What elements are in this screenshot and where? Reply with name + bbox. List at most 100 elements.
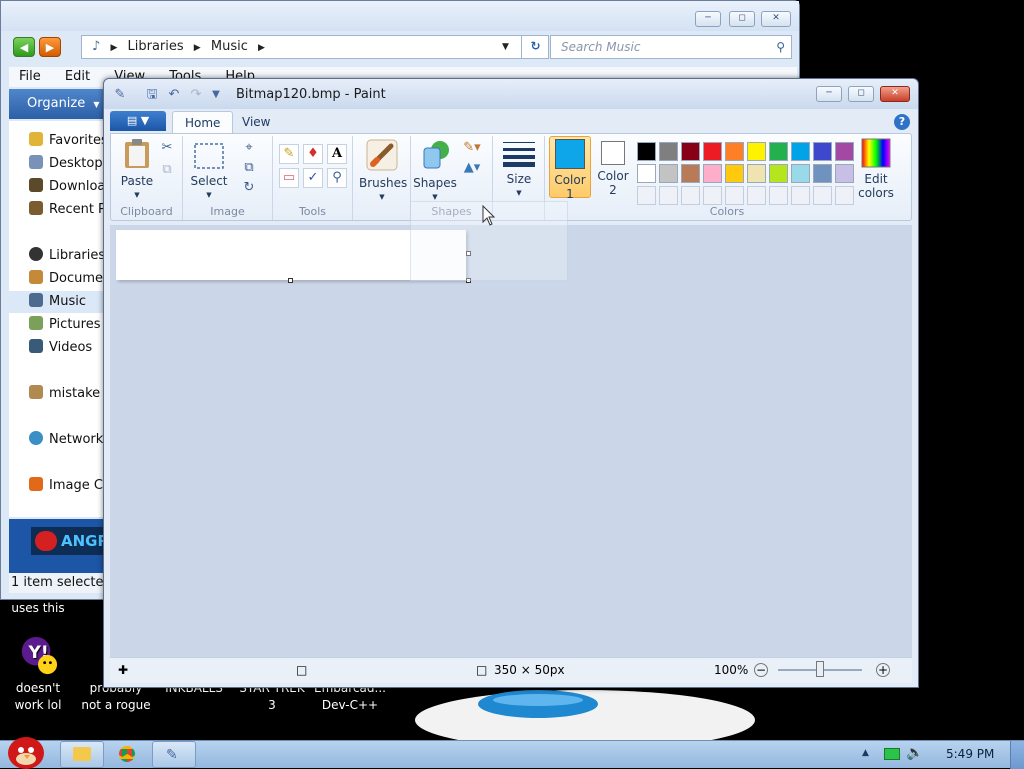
start-button-angry-bird-icon[interactable] xyxy=(4,733,48,769)
rotate-icon[interactable]: ↻ xyxy=(239,178,259,198)
palette-empty-swatch[interactable] xyxy=(681,186,700,205)
palette-color-swatch[interactable] xyxy=(835,164,854,183)
refresh-icon[interactable]: ↻ xyxy=(521,35,549,59)
palette-color-swatch[interactable] xyxy=(747,142,766,161)
fill-bucket-icon[interactable]: ♦ xyxy=(303,144,323,164)
paint-minimize-button[interactable]: ─ xyxy=(816,86,842,102)
color1-button[interactable]: Color 1 xyxy=(549,136,591,201)
palette-empty-swatch[interactable] xyxy=(659,186,678,205)
resize-icon[interactable]: ⧉ xyxy=(239,158,259,178)
color2-button[interactable]: Color 2 xyxy=(593,138,633,197)
eraser-icon[interactable]: ▭ xyxy=(279,168,299,188)
desktop-icon-uses-this[interactable]: uses this xyxy=(0,600,76,617)
tab-view[interactable]: View xyxy=(230,111,282,133)
explorer-minimize-button[interactable]: ─ xyxy=(695,11,721,27)
paint-close-button[interactable]: ✕ xyxy=(880,86,910,102)
paint-menu-button[interactable]: ▤ ▼ xyxy=(110,111,166,131)
shapes-button[interactable]: Shapes ▼ xyxy=(413,138,457,204)
nav-item-image-capture[interactable]: Image Capture xyxy=(9,475,109,497)
palette-empty-swatch[interactable] xyxy=(725,186,744,205)
palette-color-swatch[interactable] xyxy=(791,142,810,161)
canvas-area[interactable] xyxy=(110,225,912,657)
edit-colors-button[interactable]: Edit colors xyxy=(853,138,899,200)
desktop-icon-yahoo[interactable]: Y! doesn't work lol xyxy=(0,636,76,714)
cut-icon[interactable]: ✂ xyxy=(157,138,177,158)
menu-file[interactable]: File xyxy=(19,69,41,84)
palette-color-swatch[interactable] xyxy=(813,142,832,161)
palette-empty-swatch[interactable] xyxy=(791,186,810,205)
palette-empty-swatch[interactable] xyxy=(747,186,766,205)
palette-color-swatch[interactable] xyxy=(681,142,700,161)
magnifier-icon[interactable]: ⚲ xyxy=(327,168,347,188)
nav-item-videos[interactable]: Videos xyxy=(9,337,109,359)
crop-icon[interactable]: ⌖ xyxy=(239,138,259,158)
taskbar-chrome-button[interactable] xyxy=(106,741,150,768)
palette-color-swatch[interactable] xyxy=(791,164,810,183)
explorer-maximize-button[interactable]: ◻ xyxy=(729,11,755,27)
paint-maximize-button[interactable]: ◻ xyxy=(848,86,874,102)
palette-color-swatch[interactable] xyxy=(703,164,722,183)
taskbar-paint-button[interactable]: ✎ xyxy=(152,741,196,768)
forward-button[interactable]: ▶ xyxy=(39,37,61,57)
breadcrumb-libraries[interactable]: Libraries xyxy=(128,39,184,54)
nav-item-pictures[interactable]: Pictures xyxy=(9,314,109,336)
palette-color-swatch[interactable] xyxy=(769,142,788,161)
tab-home[interactable]: Home xyxy=(172,111,234,133)
nav-item-favorites[interactable]: Favorites xyxy=(9,130,109,152)
pencil-icon[interactable]: ✎ xyxy=(279,144,299,164)
zoom-out-button[interactable]: − xyxy=(754,663,768,677)
taskbar-explorer-button[interactable] xyxy=(60,741,104,768)
select-button[interactable]: Select ▼ xyxy=(189,142,229,202)
outline-icon[interactable]: ✎▾ xyxy=(459,138,485,158)
palette-empty-swatch[interactable] xyxy=(637,186,656,205)
breadcrumb-music[interactable]: Music xyxy=(211,39,248,54)
help-icon[interactable]: ? xyxy=(894,114,910,130)
palette-color-swatch[interactable] xyxy=(659,142,678,161)
explorer-close-button[interactable]: ✕ xyxy=(761,11,791,27)
show-hidden-icons-button[interactable]: ▲ xyxy=(862,748,869,758)
save-icon[interactable]: 🖫 xyxy=(144,87,160,103)
resize-handle-bottom[interactable] xyxy=(288,278,293,283)
palette-empty-swatch[interactable] xyxy=(813,186,832,205)
palette-color-swatch[interactable] xyxy=(747,164,766,183)
brushes-button[interactable]: Brushes ▼ xyxy=(359,138,407,204)
quick-access-dropdown-icon[interactable]: ▼ xyxy=(208,87,224,103)
palette-empty-swatch[interactable] xyxy=(769,186,788,205)
palette-color-swatch[interactable] xyxy=(703,142,722,161)
clock[interactable]: 5:49 PM xyxy=(946,747,994,761)
volume-icon[interactable]: 🔈 xyxy=(906,745,923,761)
nav-item-mistake[interactable]: mistake xyxy=(9,383,109,405)
palette-color-swatch[interactable] xyxy=(637,142,656,161)
palette-color-swatch[interactable] xyxy=(725,142,744,161)
palette-color-swatch[interactable] xyxy=(813,164,832,183)
nav-item-libraries[interactable]: Libraries xyxy=(9,245,109,267)
size-button[interactable]: Size ▼ xyxy=(499,138,539,200)
palette-color-swatch[interactable] xyxy=(681,164,700,183)
undo-icon[interactable]: ↶ xyxy=(166,87,182,103)
zoom-slider-thumb[interactable] xyxy=(816,661,824,677)
color-picker-icon[interactable]: ✓ xyxy=(303,168,323,188)
search-input[interactable]: Search Music ⚲ xyxy=(550,35,792,59)
palette-empty-swatch[interactable] xyxy=(703,186,722,205)
copy-icon[interactable]: ⧉ xyxy=(157,160,177,180)
nav-item-music[interactable]: Music xyxy=(9,291,109,313)
nav-item-documents[interactable]: Documents xyxy=(9,268,109,290)
palette-color-swatch[interactable] xyxy=(769,164,788,183)
palette-empty-swatch[interactable] xyxy=(835,186,854,205)
nav-item-recent-places[interactable]: Recent Places xyxy=(9,199,109,221)
back-button[interactable]: ◀ xyxy=(13,37,35,57)
palette-color-swatch[interactable] xyxy=(659,164,678,183)
nav-item-network[interactable]: Network xyxy=(9,429,109,451)
palette-color-swatch[interactable] xyxy=(725,164,744,183)
address-dropdown-icon[interactable]: ▼ xyxy=(502,36,509,58)
zoom-in-button[interactable]: + xyxy=(876,663,890,677)
palette-color-swatch[interactable] xyxy=(835,142,854,161)
show-desktop-button[interactable] xyxy=(1010,741,1024,769)
network-status-icon[interactable] xyxy=(884,748,900,760)
menu-edit[interactable]: Edit xyxy=(65,69,90,84)
paint-titlebar[interactable]: ✎ 🖫 ↶ ↷ ▼ Bitmap120.bmp - Paint ─ ◻ ✕ xyxy=(104,79,918,109)
palette-color-swatch[interactable] xyxy=(637,164,656,183)
explorer-titlebar[interactable] xyxy=(1,1,799,31)
redo-icon[interactable]: ↷ xyxy=(188,87,204,103)
fill-icon[interactable]: ▲▾ xyxy=(459,158,485,178)
